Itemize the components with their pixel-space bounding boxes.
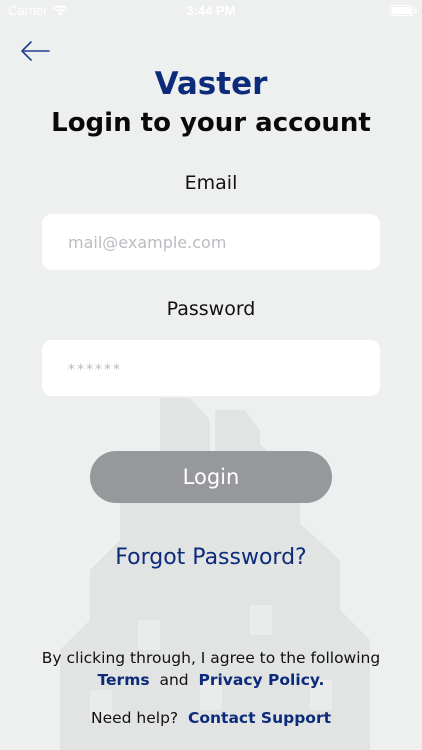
arrow-left-icon — [21, 41, 50, 61]
app-name: Vaster — [154, 66, 268, 102]
help-text: Need help? Contact Support — [0, 709, 422, 727]
contact-support-link[interactable]: Contact Support — [188, 709, 331, 727]
password-field[interactable] — [42, 340, 380, 396]
forgot-password-link[interactable]: Forgot Password? — [0, 545, 422, 570]
status-bar: Carrier 3:44 PM — [0, 0, 422, 22]
email-field[interactable] — [42, 214, 380, 270]
agreement-label: By clicking through, I agree to the foll… — [41, 649, 381, 667]
login-button[interactable]: Login — [90, 451, 332, 503]
email-label: Email — [184, 172, 238, 194]
password-label: Password — [166, 298, 256, 320]
privacy-policy-link[interactable]: Privacy Policy. — [198, 671, 324, 689]
back-button[interactable] — [18, 36, 52, 66]
status-time: 3:44 PM — [186, 3, 236, 18]
page-title: Login to your account — [51, 108, 371, 138]
help-label: Need help? — [90, 709, 179, 727]
agreement-text: By clicking through, I agree to the foll… — [0, 647, 422, 691]
agreement-and: and — [159, 671, 189, 689]
battery-icon — [390, 5, 417, 16]
agreement-links: Terms and Privacy Policy. — [0, 669, 422, 691]
houses-illustration — [60, 398, 370, 750]
terms-link[interactable]: Terms — [98, 671, 150, 689]
